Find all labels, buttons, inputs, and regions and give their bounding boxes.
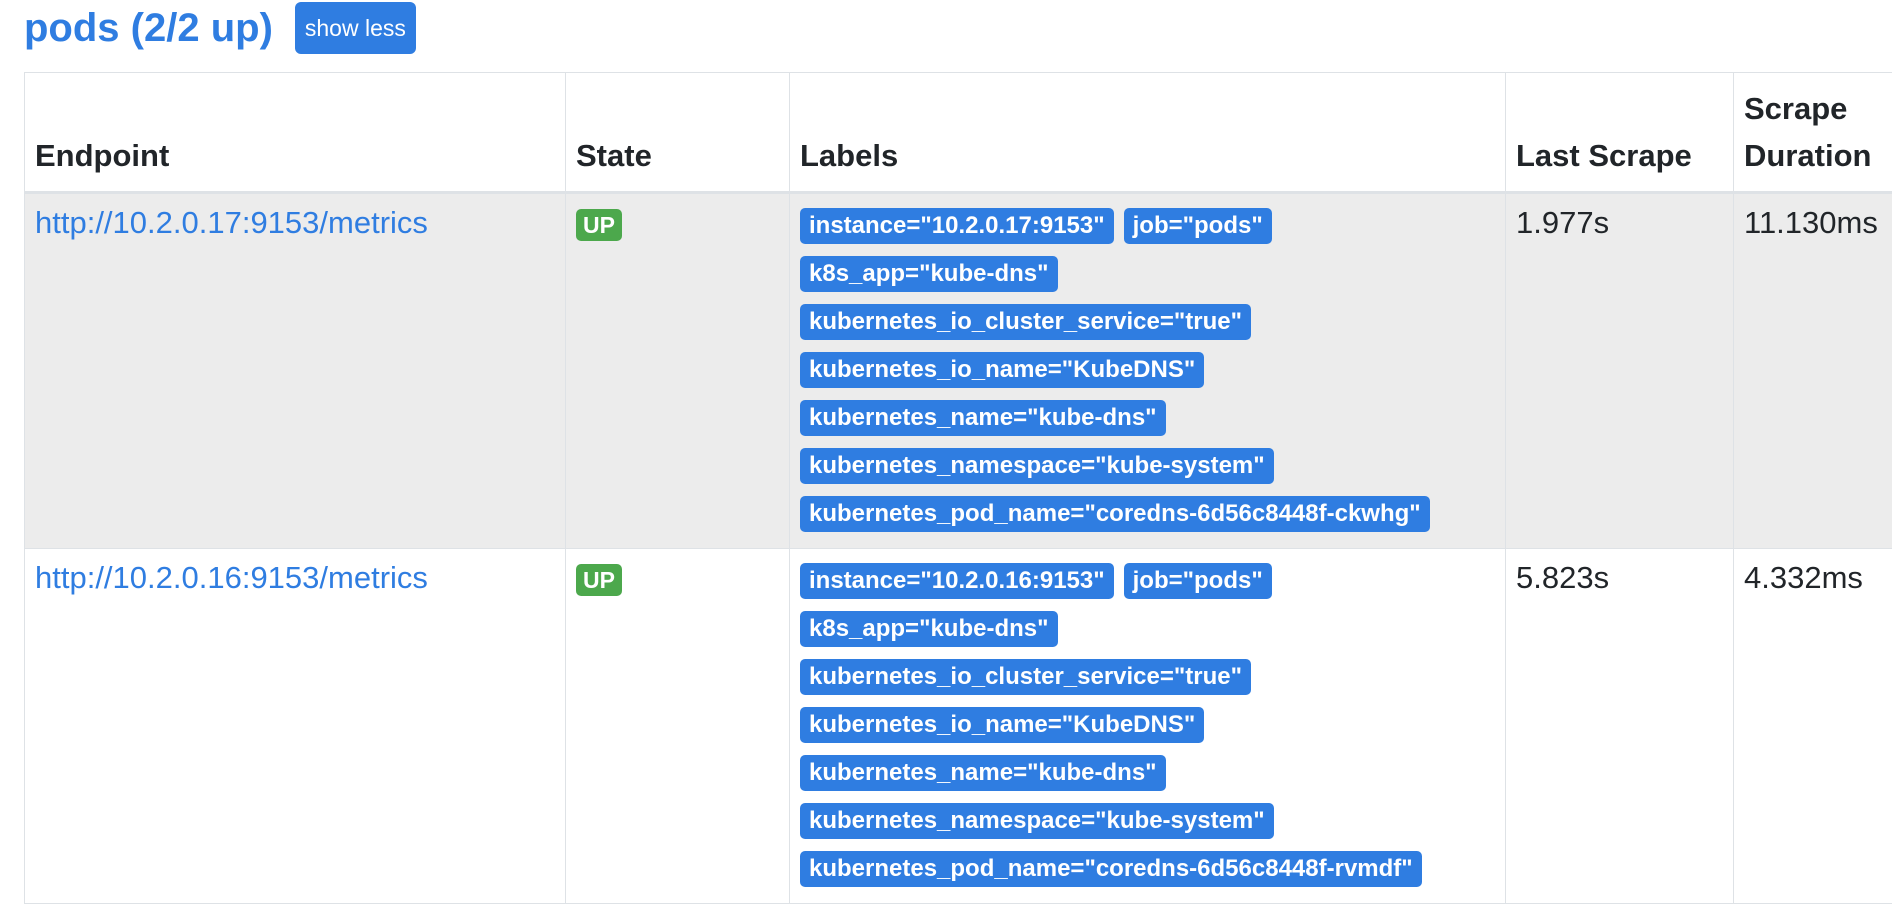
targets-table: Endpoint State Labels Last Scrape Scrape… [24,72,1892,904]
label-badge: kubernetes_name="kube-dns" [800,400,1166,436]
labels-list: instance="10.2.0.17:9153" job="pods" k8s… [800,204,1495,532]
last-scrape-cell: 5.823s [1505,548,1734,904]
pool-title: pods (2/2 up) [24,6,273,50]
state-badge: UP [576,564,622,596]
labels-cell: instance="10.2.0.17:9153" job="pods" k8s… [789,192,1506,549]
endpoint-cell: http://10.2.0.16:9153/metrics [24,548,566,904]
label-badge: k8s_app="kube-dns" [800,256,1058,292]
last-scrape-cell: 1.977s [1505,192,1734,549]
column-header-state: State [565,72,790,194]
column-header-labels: Labels [789,72,1506,194]
label-badge: instance="10.2.0.16:9153" [800,563,1114,599]
label-badge: kubernetes_name="kube-dns" [800,755,1166,791]
state-cell: UP [565,192,790,549]
labels-list: instance="10.2.0.16:9153" job="pods" k8s… [800,559,1495,887]
pool-header: pods (2/2 up) show less [24,0,416,56]
label-badge: job="pods" [1123,563,1272,599]
label-badge: job="pods" [1123,208,1272,244]
state-cell: UP [565,548,790,904]
scrape-duration-cell: 11.130ms [1733,192,1892,549]
column-header-last-scrape: Last Scrape [1505,72,1734,194]
label-badge: kubernetes_io_name="KubeDNS" [800,707,1205,743]
state-badge: UP [576,209,622,241]
label-badge: kubernetes_io_cluster_service="true" [800,659,1251,695]
label-badge: kubernetes_namespace="kube-system" [800,803,1274,839]
label-badge: kubernetes_pod_name="coredns-6d56c8448f-… [800,851,1422,887]
label-badge: kubernetes_namespace="kube-system" [800,448,1274,484]
column-header-scrape-duration: Scrape Duration [1733,72,1892,194]
table-row: http://10.2.0.17:9153/metrics UP instanc… [24,192,1892,549]
label-badge: instance="10.2.0.17:9153" [800,208,1114,244]
scrape-duration-cell: 4.332ms [1733,548,1892,904]
table-row: http://10.2.0.16:9153/metrics UP instanc… [24,548,1892,904]
labels-cell: instance="10.2.0.16:9153" job="pods" k8s… [789,548,1506,904]
endpoint-link[interactable]: http://10.2.0.16:9153/metrics [35,560,428,595]
label-badge: k8s_app="kube-dns" [800,611,1058,647]
label-badge: kubernetes_pod_name="coredns-6d56c8448f-… [800,496,1430,532]
endpoint-link[interactable]: http://10.2.0.17:9153/metrics [35,205,428,240]
label-badge: kubernetes_io_cluster_service="true" [800,304,1251,340]
endpoint-cell: http://10.2.0.17:9153/metrics [24,192,566,549]
show-less-button[interactable]: show less [294,2,416,54]
column-header-endpoint: Endpoint [24,72,566,194]
label-badge: kubernetes_io_name="KubeDNS" [800,352,1205,388]
table-header-row: Endpoint State Labels Last Scrape Scrape… [24,72,1892,194]
